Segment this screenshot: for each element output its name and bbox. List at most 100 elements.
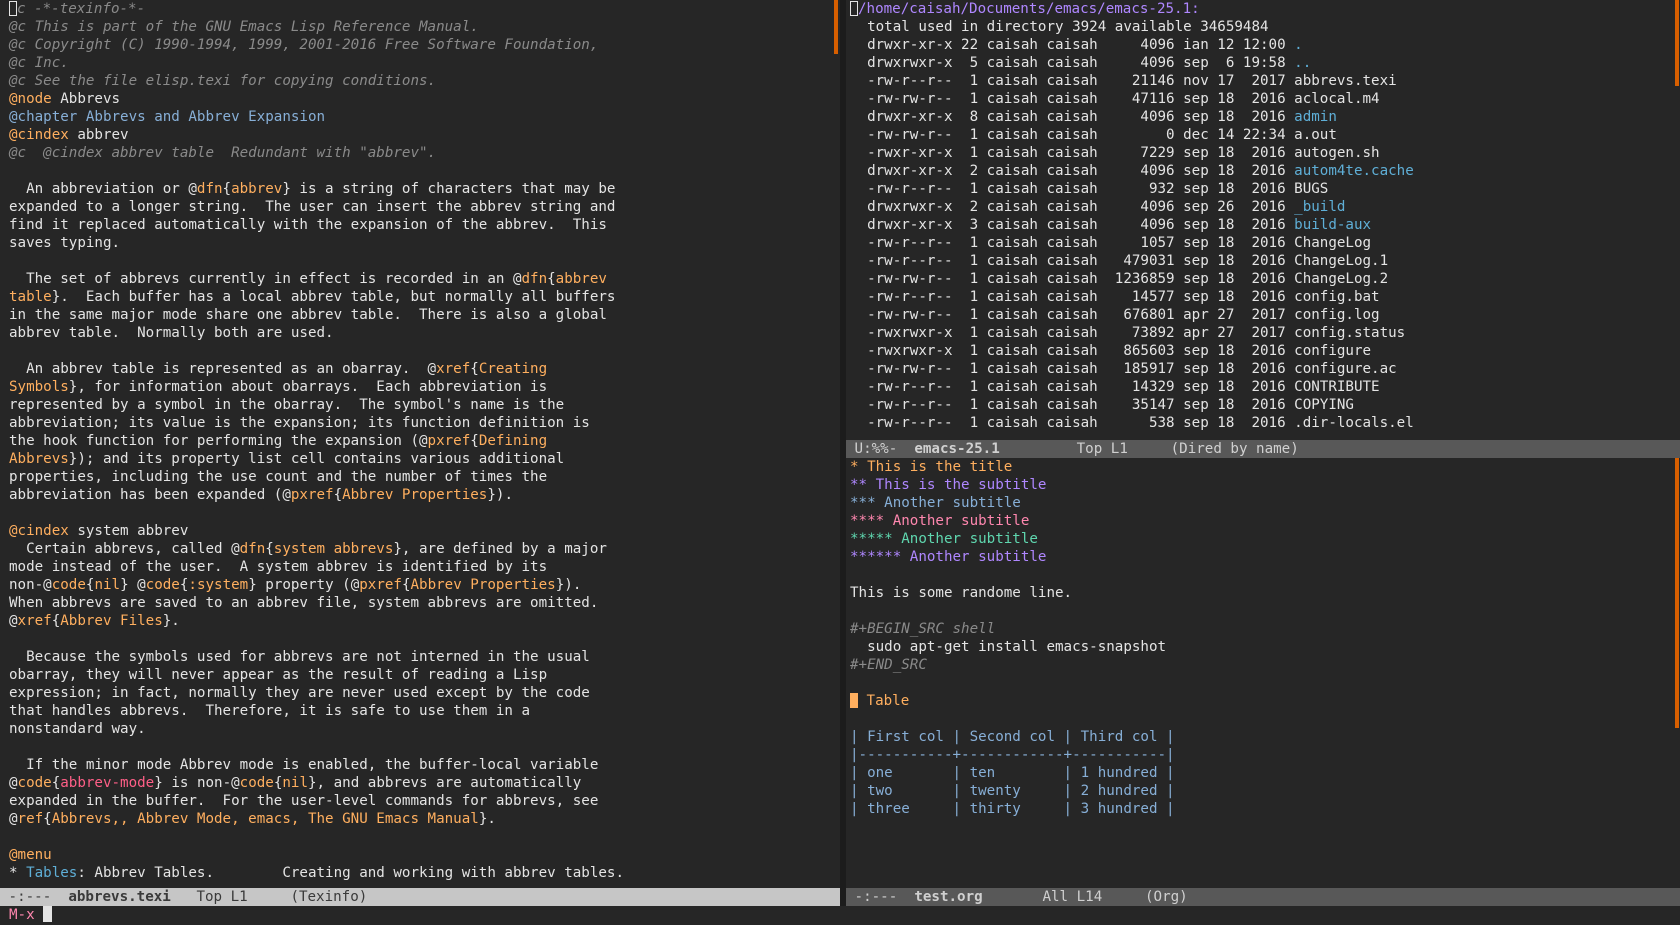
dired-header[interactable]: /home/caisah/Documents/emacs/emacs-25.1: bbox=[858, 1, 1200, 17]
dired-entry[interactable]: -rw-r--r-- 1 caisah caisah 932 sep 18 20… bbox=[846, 180, 1680, 198]
texinfo-line bbox=[9, 342, 840, 360]
texinfo-mode-line[interactable]: -:--- abbrevs.texi Top L1 (Texinfo) bbox=[0, 888, 840, 906]
dired-entry[interactable]: -rw-r--r-- 1 caisah caisah 21146 nov 17 … bbox=[846, 72, 1680, 90]
org-buffer-window[interactable]: * This is the title ** This is the subtit… bbox=[846, 458, 1680, 888]
dired-entry[interactable]: -rw-r--r-- 1 caisah caisah 479031 sep 18… bbox=[846, 252, 1680, 270]
org-mode-line[interactable]: -:--- test.org All L14 (Org) bbox=[846, 888, 1680, 906]
dired-file-name[interactable]: autogen.sh bbox=[1294, 145, 1379, 161]
texinfo-line: abbreviation has been expanded (@pxref{A… bbox=[9, 486, 840, 504]
dired-file-name[interactable]: config.log bbox=[1294, 307, 1379, 323]
org-line bbox=[846, 674, 1680, 692]
org-text: |-----------+------------+-----------| bbox=[850, 747, 1175, 763]
minibuffer-cursor bbox=[43, 906, 53, 922]
dired-entry[interactable]: drwxrwxr-x 2 caisah caisah 4096 sep 26 2… bbox=[846, 198, 1680, 216]
dired-entry[interactable]: -rw-rw-r-- 1 caisah caisah 47116 sep 18 … bbox=[846, 90, 1680, 108]
dired-file-name[interactable]: ChangeLog.2 bbox=[1294, 271, 1388, 287]
dired-entry[interactable]: -rwxrwxr-x 1 caisah caisah 73892 apr 27 … bbox=[846, 324, 1680, 342]
texinfo-text: find it replaced automatically with the … bbox=[9, 217, 607, 233]
dired-file-name[interactable]: config.bat bbox=[1294, 289, 1379, 305]
dired-entry[interactable]: drwxr-xr-x 22 caisah caisah 4096 ian 12 … bbox=[846, 36, 1680, 54]
texinfo-buffer-window[interactable]: c -*-texinfo-*- @c This is part of the GN… bbox=[0, 0, 840, 888]
texinfo-text: Abbrevs bbox=[9, 451, 69, 467]
texinfo-text: @chapter Abbrevs and Abbrev Expansion bbox=[9, 109, 326, 125]
minibuffer[interactable]: M-x bbox=[0, 906, 1680, 925]
dired-file-name[interactable]: .dir-locals.el bbox=[1294, 415, 1414, 431]
dired-file-name[interactable]: aclocal.m4 bbox=[1294, 91, 1379, 107]
texinfo-text: An abbreviation or @ bbox=[9, 181, 197, 197]
org-ml-mode[interactable]: (Org) bbox=[1145, 889, 1188, 905]
org-line bbox=[846, 710, 1680, 728]
dired-entry[interactable]: -rwxr-xr-x 1 caisah caisah 7229 sep 18 2… bbox=[846, 144, 1680, 162]
texinfo-text: xref bbox=[17, 613, 52, 629]
dired-entry-meta: -rw-rw-r-- 1 caisah caisah 185917 sep 18… bbox=[850, 361, 1295, 377]
org-line: | two | twenty | 2 hundred | bbox=[846, 782, 1680, 800]
dired-dir-name[interactable]: . bbox=[1294, 37, 1303, 53]
texinfo-text: dfn bbox=[196, 181, 223, 197]
texinfo-text: } is a string of characters that may be bbox=[282, 181, 616, 197]
dired-entry[interactable]: drwxrwxr-x 5 caisah caisah 4096 sep 6 19… bbox=[846, 54, 1680, 72]
texinfo-line: @cindex abbrev bbox=[9, 126, 840, 144]
dired-buffer-window[interactable]: /home/caisah/Documents/emacs/emacs-25.1:… bbox=[846, 0, 1680, 440]
texinfo-text: Abbrev Files bbox=[60, 613, 163, 629]
texinfo-text: code bbox=[145, 577, 180, 593]
dired-entry[interactable]: -rw-rw-r-- 1 caisah caisah 676801 apr 27… bbox=[846, 306, 1680, 324]
org-text: | two | twenty | 2 hundred | bbox=[850, 783, 1175, 799]
dired-file-name[interactable]: ChangeLog bbox=[1294, 235, 1371, 251]
dired-file-name[interactable]: COPYING bbox=[1294, 397, 1354, 413]
dired-dir-name[interactable]: admin bbox=[1294, 109, 1337, 125]
texinfo-text: system abbrev bbox=[68, 523, 189, 539]
dired-dir-name[interactable]: build-aux bbox=[1294, 217, 1371, 233]
texinfo-text: expanded to a longer string. The user ca… bbox=[9, 199, 616, 215]
texinfo-text: * bbox=[9, 865, 27, 881]
texinfo-line: mode instead of the user. A system abbre… bbox=[9, 558, 840, 576]
dired-entry[interactable]: -rwxrwxr-x 1 caisah caisah 865603 sep 18… bbox=[846, 342, 1680, 360]
dired-file-name[interactable]: a.out bbox=[1294, 127, 1337, 143]
org-ml-status: -:--- bbox=[846, 889, 915, 905]
texinfo-ml-mode[interactable]: (Texinfo) bbox=[290, 889, 367, 905]
texinfo-text: Because the symbols used for abbrevs are… bbox=[9, 649, 590, 665]
dired-entry[interactable]: drwxr-xr-x 3 caisah caisah 4096 sep 18 2… bbox=[846, 216, 1680, 234]
texinfo-text: When abbrevs are saved to an abbrev file… bbox=[9, 595, 599, 611]
dired-entry-meta: -rw-r--r-- 1 caisah caisah 14577 sep 18 … bbox=[850, 289, 1295, 305]
dired-entry[interactable]: -rw-rw-r-- 1 caisah caisah 185917 sep 18… bbox=[846, 360, 1680, 378]
dired-entry[interactable]: -rw-r--r-- 1 caisah caisah 14329 sep 18 … bbox=[846, 378, 1680, 396]
dired-entry[interactable]: -rw-rw-r-- 1 caisah caisah 0 dec 14 22:3… bbox=[846, 126, 1680, 144]
dired-dir-name[interactable]: .. bbox=[1294, 55, 1311, 71]
org-scrollbar[interactable] bbox=[1675, 458, 1679, 728]
dired-dir-name[interactable]: _build bbox=[1294, 199, 1345, 215]
dired-ml-buffer-name[interactable]: emacs-25.1 bbox=[914, 441, 999, 457]
dired-mode-line[interactable]: U:%%- emacs-25.1 Top L1 (Dired by name) bbox=[846, 440, 1680, 458]
dired-file-name[interactable]: CONTRIBUTE bbox=[1294, 379, 1379, 395]
dired-entry-meta: drwxr-xr-x 3 caisah caisah 4096 sep 18 2… bbox=[850, 217, 1295, 233]
texinfo-text: pxref bbox=[359, 577, 402, 593]
dired-file-name[interactable]: config.status bbox=[1294, 325, 1405, 341]
texinfo-text: abbrev-mode bbox=[60, 775, 155, 791]
texinfo-line: @c @cindex abbrev table Redundant with "… bbox=[9, 144, 840, 162]
dired-dir-name[interactable]: autom4te.cache bbox=[1294, 163, 1414, 179]
dired-entry[interactable]: -rw-rw-r-- 1 caisah caisah 1236859 sep 1… bbox=[846, 270, 1680, 288]
texinfo-line bbox=[9, 252, 840, 270]
dired-file-list[interactable]: drwxr-xr-x 22 caisah caisah 4096 ian 12 … bbox=[846, 36, 1680, 432]
dired-entry[interactable]: drwxr-xr-x 2 caisah caisah 4096 sep 18 2… bbox=[846, 162, 1680, 180]
dired-ml-position: Top L1 bbox=[999, 441, 1171, 457]
dired-entry[interactable]: drwxr-xr-x 8 caisah caisah 4096 sep 18 2… bbox=[846, 108, 1680, 126]
texinfo-line: in the same major mode share one abbrev … bbox=[9, 306, 840, 324]
texinfo-line: c -*-texinfo-*- bbox=[9, 0, 840, 18]
texinfo-ml-buffer-name[interactable]: abbrevs.texi bbox=[68, 889, 171, 905]
dired-ml-mode[interactable]: (Dired by name) bbox=[1171, 441, 1299, 457]
dired-entry[interactable]: -rw-r--r-- 1 caisah caisah 14577 sep 18 … bbox=[846, 288, 1680, 306]
dired-file-name[interactable]: ChangeLog.1 bbox=[1294, 253, 1388, 269]
texinfo-line: @menu bbox=[9, 846, 840, 864]
texinfo-line bbox=[9, 828, 840, 846]
dired-scrollbar[interactable] bbox=[1675, 0, 1679, 86]
dired-entry[interactable]: -rw-r--r-- 1 caisah caisah 35147 sep 18 … bbox=[846, 396, 1680, 414]
dired-entry[interactable]: -rw-r--r-- 1 caisah caisah 538 sep 18 20… bbox=[846, 414, 1680, 432]
dired-file-name[interactable]: configure.ac bbox=[1294, 361, 1397, 377]
dired-file-name[interactable]: configure bbox=[1294, 343, 1371, 359]
texinfo-line bbox=[9, 630, 840, 648]
dired-file-name[interactable]: abbrevs.texi bbox=[1294, 73, 1397, 89]
dired-entry[interactable]: -rw-r--r-- 1 caisah caisah 1057 sep 18 2… bbox=[846, 234, 1680, 252]
dired-file-name[interactable]: BUGS bbox=[1294, 181, 1328, 197]
texinfo-line bbox=[9, 162, 840, 180]
org-ml-buffer-name[interactable]: test.org bbox=[914, 889, 982, 905]
